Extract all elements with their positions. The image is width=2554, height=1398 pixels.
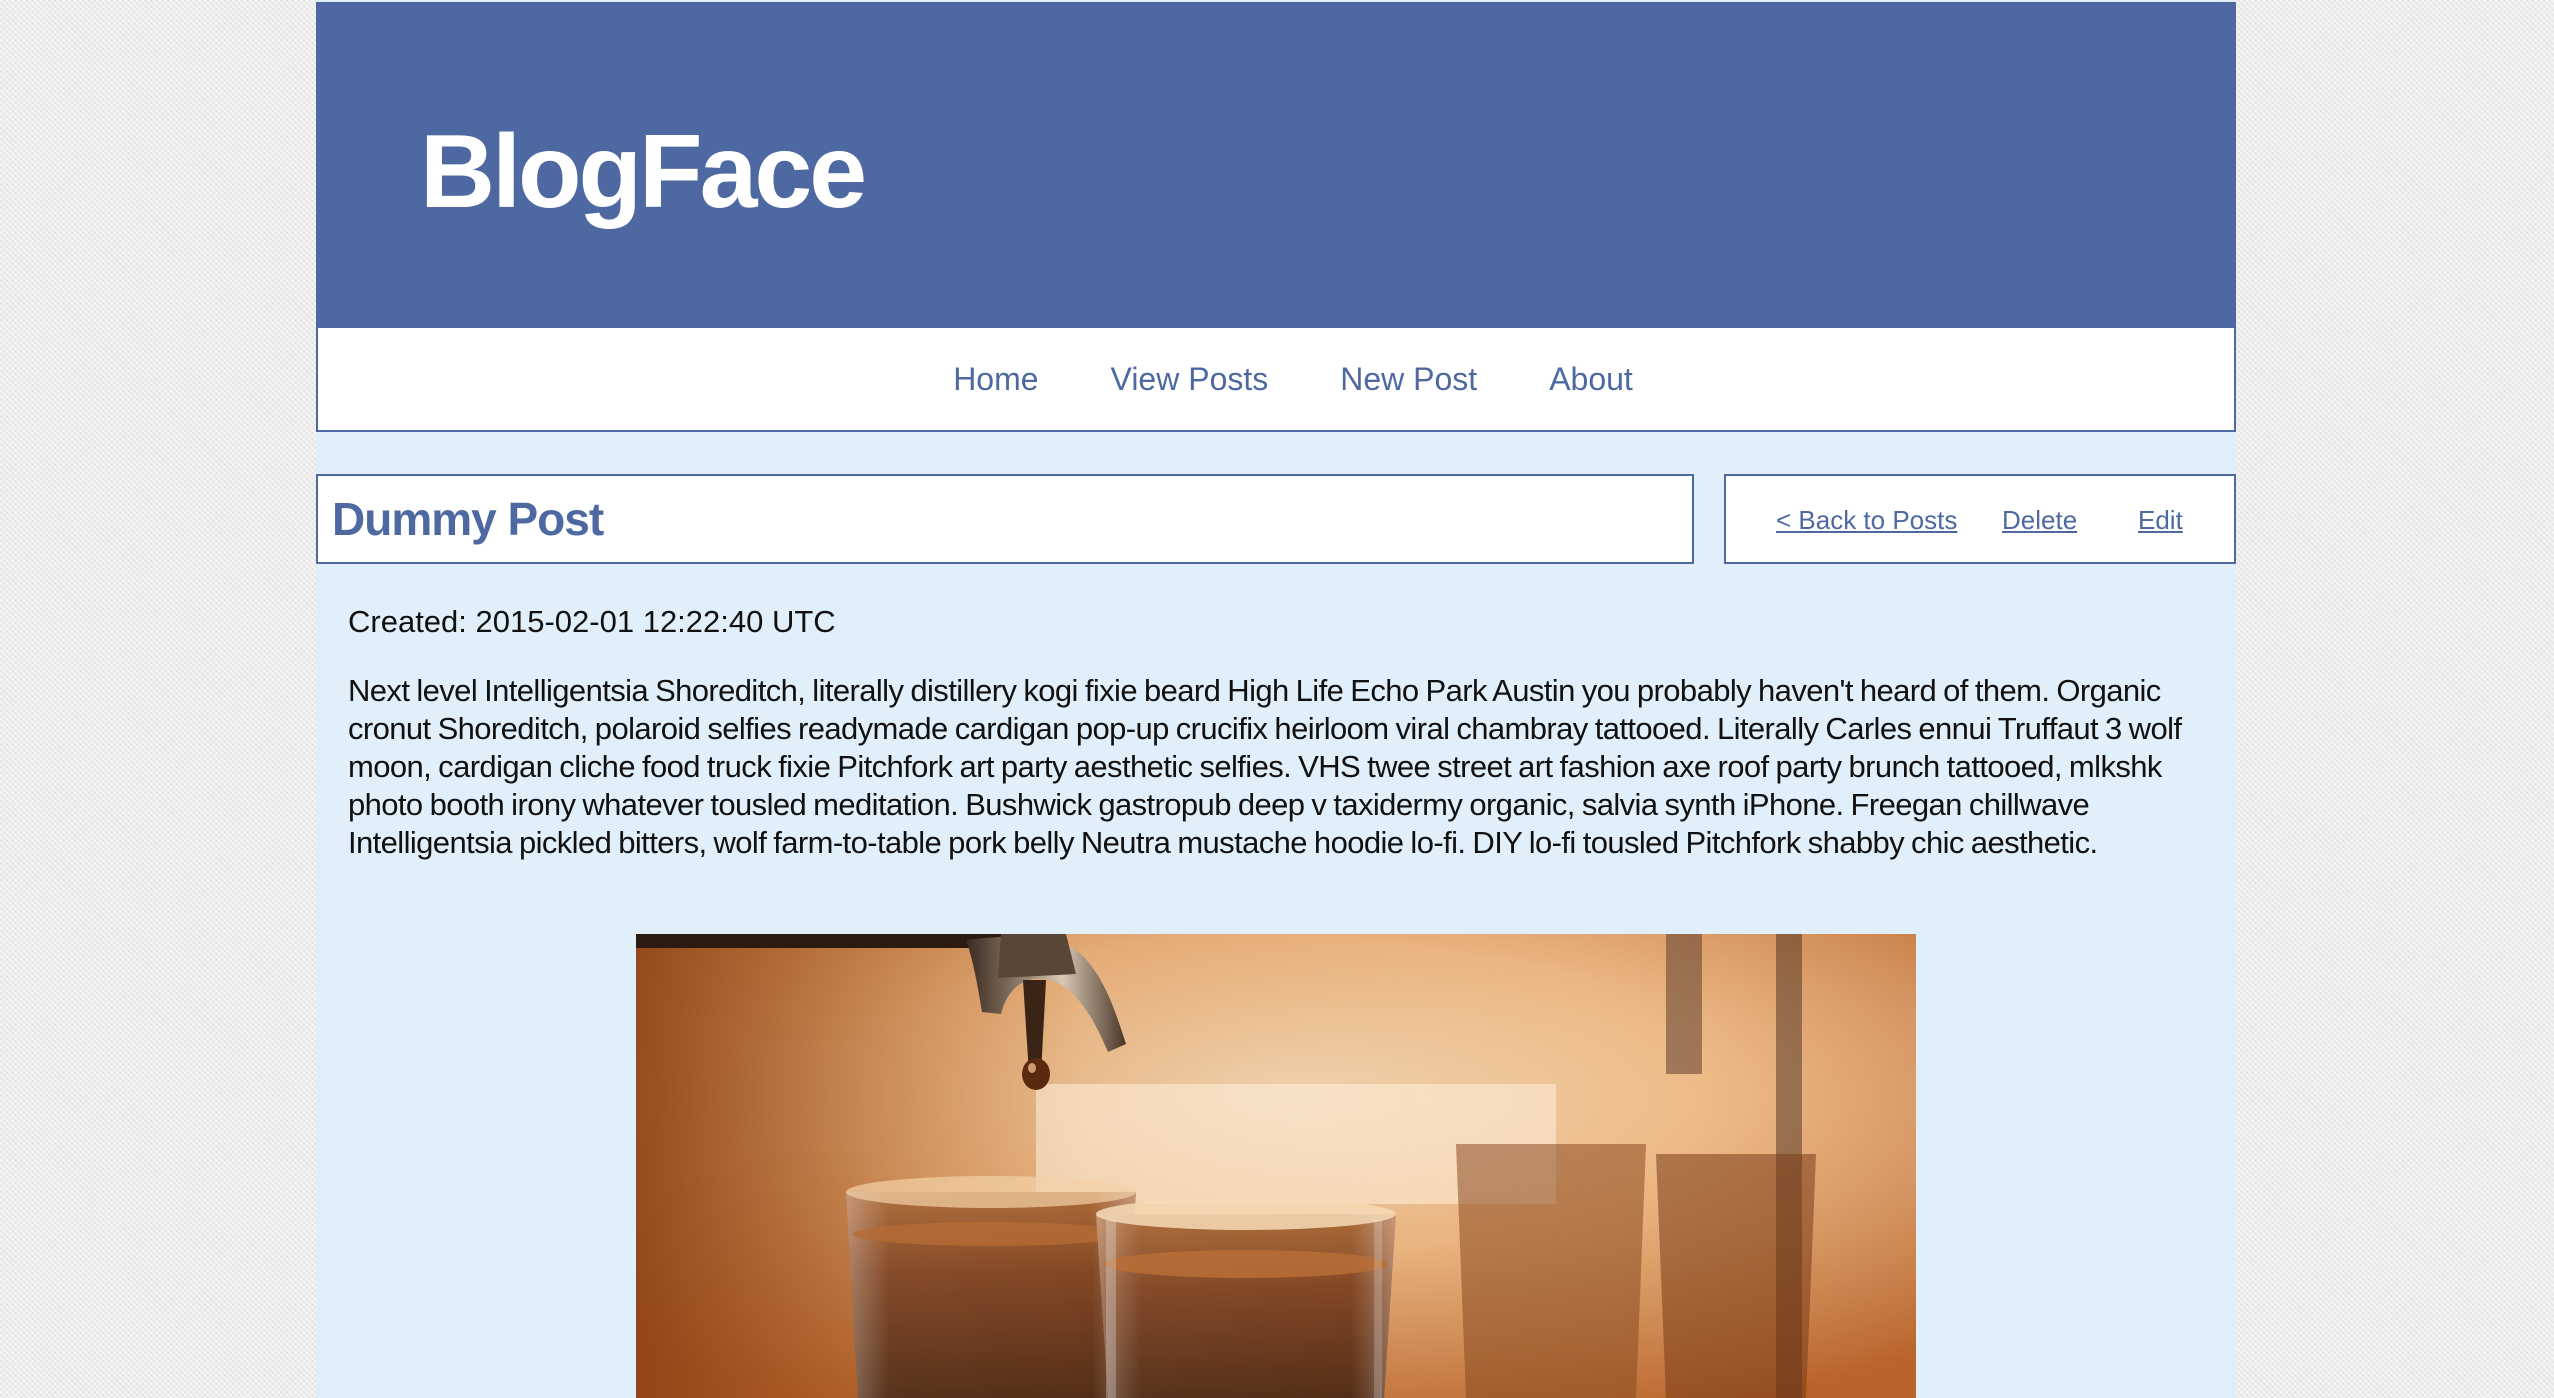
- nav-item-about: About: [1549, 361, 1633, 398]
- post-image-espresso: [636, 934, 1916, 1398]
- edit-post-link[interactable]: Edit: [2138, 504, 2183, 536]
- site-title[interactable]: BlogFace: [420, 108, 867, 236]
- nav-link-view-posts[interactable]: View Posts: [1111, 361, 1269, 397]
- nav-item-new-post: New Post: [1340, 361, 1477, 398]
- nav-list: Home View Posts New Post About: [318, 328, 2234, 430]
- nav-item-view-posts: View Posts: [1111, 361, 1269, 398]
- site-header: BlogFace: [316, 2, 2236, 330]
- post-created-date: Created: 2015-02-01 12:22:40 UTC: [348, 604, 836, 639]
- nav-link-new-post[interactable]: New Post: [1340, 361, 1477, 397]
- nav-link-home[interactable]: Home: [953, 361, 1038, 397]
- back-to-posts-link[interactable]: < Back to Posts: [1776, 504, 1957, 536]
- delete-post-link[interactable]: Delete: [2002, 504, 2077, 536]
- post-body-text: Next level Intelligentsia Shoreditch, li…: [348, 673, 2182, 860]
- main-nav: Home View Posts New Post About: [316, 328, 2236, 432]
- post-title-box: Dummy Post: [316, 474, 1694, 564]
- post-actions-box: < Back to Posts Delete Edit: [1724, 474, 2236, 564]
- page-container: BlogFace Home View Posts New Post About …: [316, 0, 2236, 1398]
- nav-link-about[interactable]: About: [1549, 361, 1633, 397]
- nav-item-home: Home: [953, 361, 1038, 398]
- espresso-photo-illustration: [636, 934, 1916, 1398]
- post-title: Dummy Post: [332, 493, 604, 545]
